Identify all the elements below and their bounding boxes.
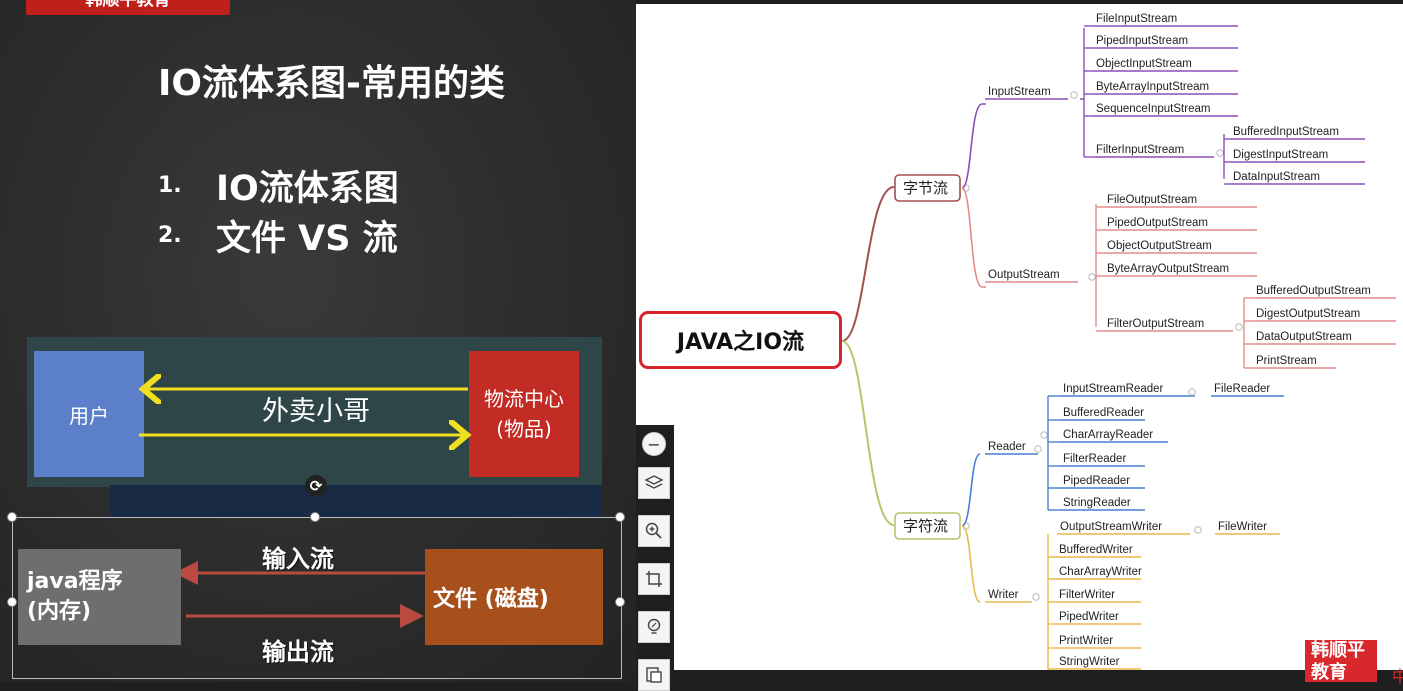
slide-title: IO流体系图-常用的类 — [158, 63, 505, 104]
writer-child: StringWriter — [1059, 656, 1120, 668]
output-stream-node: OutputStream — [988, 269, 1060, 281]
connector-line — [961, 103, 986, 189]
file-reader-node: FileReader — [1214, 383, 1270, 395]
export-icon[interactable] — [638, 659, 670, 691]
collapse-toggle — [1194, 526, 1202, 534]
java-memory-label: (内存) — [27, 599, 92, 624]
output-stream-child: PipedOutputStream — [1107, 217, 1208, 229]
watermark-line2: 教育 — [1311, 662, 1347, 683]
resize-handle[interactable] — [615, 512, 625, 522]
idea-icon[interactable] — [638, 611, 670, 643]
file-writer-node: FileWriter — [1218, 521, 1267, 533]
output-stream-child: FileOutputStream — [1107, 194, 1197, 206]
topic-text: 文件 VS 流 — [216, 219, 398, 259]
layers-icon[interactable] — [638, 467, 670, 499]
writer-child: BufferedWriter — [1059, 544, 1133, 556]
input-stream-node: InputStream — [988, 86, 1051, 98]
topic-item: 1. IO流体系图 — [158, 160, 399, 211]
rotate-icon[interactable]: ⟳ — [305, 475, 327, 497]
topic-number: 2. — [158, 223, 182, 248]
slide-tag: 韩顺平教育 — [26, 0, 230, 15]
collapse-toggle — [1040, 431, 1048, 439]
filter-input-child: DataInputStream — [1233, 171, 1320, 183]
writer-node: Writer — [988, 589, 1019, 601]
watermark-line1: 韩顺平 — [1311, 640, 1365, 661]
collapse-toggle — [1216, 149, 1224, 157]
filter-input-stream-node: FilterInputStream — [1096, 144, 1184, 156]
reader-child: CharArrayReader — [1063, 429, 1153, 441]
writer-child: CharArrayWriter — [1059, 566, 1142, 578]
root-to-char-line — [841, 340, 895, 526]
reader-child: PipedReader — [1063, 475, 1130, 487]
input-stream-child: ObjectInputStream — [1096, 58, 1192, 70]
io-mind-map: 字节流字符流 InputStream OutputStream FileInputSt… — [636, 4, 1403, 670]
filter-input-child: DigestInputStream — [1233, 149, 1328, 161]
filter-output-child: DataOutputStream — [1256, 331, 1352, 343]
input-stream-reader-node: InputStreamReader — [1063, 383, 1164, 395]
reader-child: BufferedReader — [1063, 407, 1144, 419]
crop-icon[interactable] — [638, 563, 670, 595]
collapse-toggle — [1088, 273, 1096, 281]
char-stream-node: 字符流 — [903, 518, 948, 535]
collapse-toggle — [1188, 388, 1196, 396]
topic-item: 2. 文件 VS 流 — [158, 210, 398, 261]
user-box: 用户 — [34, 351, 144, 477]
reader-node: Reader — [988, 441, 1026, 453]
resize-handle[interactable] — [7, 597, 17, 607]
collapse-toggle — [1235, 323, 1243, 331]
zoom-out-icon[interactable]: − — [642, 432, 666, 456]
input-stream-child: ByteArrayInputStream — [1096, 81, 1209, 93]
delivery-label: 外卖小哥 — [262, 396, 370, 427]
filter-output-child: DigestOutputStream — [1256, 308, 1360, 320]
collapse-toggle — [1032, 593, 1040, 601]
watermark-tail: 中 — [1392, 667, 1403, 686]
writer-child: PipedWriter — [1059, 611, 1119, 623]
filter-input-child: BufferedInputStream — [1233, 126, 1339, 138]
output-stream-child: ByteArrayOutputStream — [1107, 263, 1229, 275]
logistics-center-label: 物流中心 — [484, 387, 564, 411]
lecture-slide: 韩顺平教育 IO流体系图-常用的类 1. IO流体系图 2. 文件 VS 流 用户 … — [0, 0, 636, 682]
root-node[interactable]: JAVA之IO流 — [639, 311, 842, 369]
filter-output-child: BufferedOutputStream — [1256, 285, 1371, 297]
writer-child: FilterWriter — [1059, 589, 1115, 601]
output-stream-writer-node: OutputStreamWriter — [1060, 521, 1162, 533]
logistics-center-box: 物流中心 (物品) — [469, 351, 579, 477]
java-program-label: java程序 — [27, 569, 123, 594]
java-program-box: java程序 (内存) — [18, 549, 181, 645]
topic-number: 1. — [158, 173, 182, 198]
reader-child: StringReader — [1063, 497, 1131, 509]
input-stream-child: PipedInputStream — [1096, 35, 1188, 47]
resize-handle[interactable] — [7, 512, 17, 522]
filter-output-stream-node: FilterOutputStream — [1107, 318, 1204, 330]
logistics-center-sub: (物品) — [496, 417, 552, 441]
connector-line — [961, 525, 981, 603]
zoom-in-icon[interactable] — [638, 515, 670, 547]
connector-line — [1080, 28, 1085, 157]
connector-line — [961, 187, 986, 288]
collapse-toggle — [1034, 445, 1042, 453]
input-stream-child: SequenceInputStream — [1096, 103, 1210, 115]
output-stream-label: 输出流 — [262, 638, 334, 666]
input-stream-label: 输入流 — [262, 545, 334, 573]
resize-handle[interactable] — [615, 597, 625, 607]
reader-child: FilterReader — [1063, 453, 1126, 465]
output-stream-child: ObjectOutputStream — [1107, 240, 1212, 252]
analogy-lower-band — [110, 485, 602, 518]
writer-child: PrintWriter — [1059, 635, 1113, 647]
watermark-logo: 韩顺平 教育 — [1305, 640, 1377, 683]
topic-text: IO流体系图 — [216, 169, 399, 209]
root-to-byte-line — [841, 186, 895, 342]
filter-output-child: PrintStream — [1256, 355, 1317, 367]
input-stream-child: FileInputStream — [1096, 13, 1177, 25]
resize-handle[interactable] — [310, 512, 320, 522]
connector-line — [961, 453, 981, 527]
byte-stream-node: 字节流 — [903, 180, 948, 197]
file-disk-box: 文件 (磁盘) — [425, 549, 603, 645]
view-toolbar: − — [636, 425, 674, 691]
collapse-toggle — [1070, 91, 1078, 99]
